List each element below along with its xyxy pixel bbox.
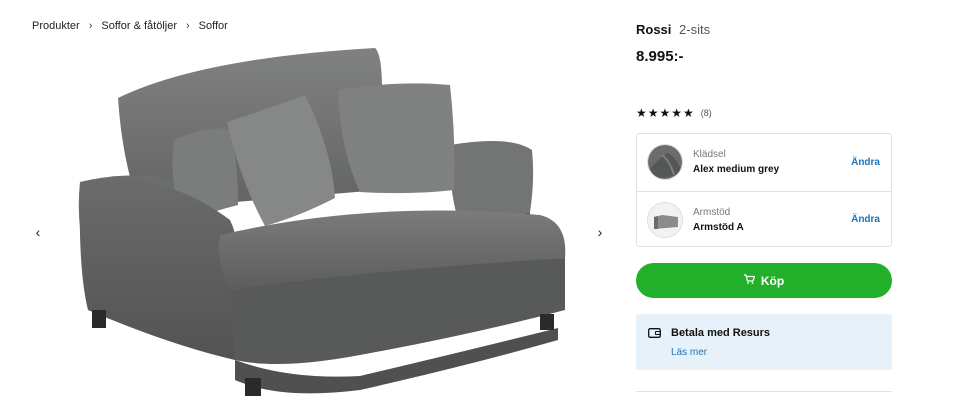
product-options: Klädsel Alex medium grey Ändra Armstöd A…: [636, 133, 892, 247]
product-title: Rossi 2-sits: [636, 22, 710, 37]
divider: [636, 391, 892, 392]
option-armrest[interactable]: Armstöd Armstöd A Ändra: [637, 191, 891, 247]
breadcrumb-item-produkter[interactable]: Produkter: [32, 20, 80, 32]
change-armrest-button[interactable]: Ändra: [851, 214, 880, 225]
armrest-swatch: [647, 201, 683, 238]
change-upholstery-button[interactable]: Ändra: [851, 157, 880, 168]
product-rating[interactable]: ★★★★★ (8): [636, 106, 712, 120]
buy-button[interactable]: Köp: [636, 263, 892, 298]
option-value: Armstöd A: [693, 221, 744, 233]
chevron-right-icon: ›: [186, 20, 190, 32]
gallery-prev-button[interactable]: ‹: [29, 223, 47, 241]
product-price: 8.995:-: [636, 48, 684, 65]
breadcrumb-item-soffor[interactable]: Soffor: [199, 20, 228, 32]
cart-icon: [743, 274, 756, 287]
product-name: Rossi: [636, 22, 672, 37]
breadcrumb-item-soffor-fatoljer[interactable]: Soffor & fåtöljer: [101, 20, 177, 32]
star-rating-icon: ★★★★★: [636, 106, 695, 120]
option-value: Alex medium grey: [693, 164, 780, 175]
chevron-left-icon: ‹: [35, 224, 41, 240]
wallet-icon: [648, 328, 661, 338]
product-panel: Rossi 2-sits 8.995:- ★★★★★ (8) Klädsel A…: [636, 0, 892, 412]
buy-button-label: Köp: [760, 273, 785, 288]
fabric-swatch: [647, 144, 683, 180]
product-image[interactable]: [70, 40, 590, 412]
option-label: Klädsel: [693, 149, 726, 160]
rating-count: (8): [700, 108, 712, 118]
payment-title: Betala med Resurs: [671, 327, 771, 339]
option-label: Armstöd: [693, 206, 731, 218]
chevron-right-icon: ›: [597, 224, 603, 240]
payment-resurs-box: Betala med Resurs Läs mer: [636, 314, 892, 370]
chevron-right-icon: ›: [88, 20, 93, 32]
breadcrumb: Produkter › Soffor & fåtöljer › Soffor: [32, 20, 228, 32]
gallery-next-button[interactable]: ›: [591, 223, 609, 241]
product-variant: 2-sits: [679, 22, 711, 37]
product-gallery: ‹ ›: [20, 40, 620, 412]
option-upholstery[interactable]: Klädsel Alex medium grey Ändra: [637, 134, 891, 190]
read-more-link[interactable]: Läs mer: [671, 347, 707, 358]
